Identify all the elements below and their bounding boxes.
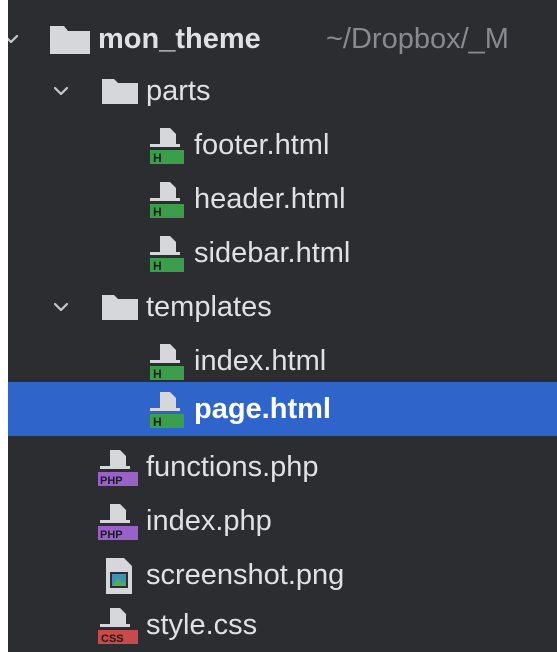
file-label: page.html <box>194 393 331 425</box>
file-label: header.html <box>194 183 346 215</box>
php-file-icon: PHP <box>96 500 138 541</box>
chevron-down-icon[interactable] <box>52 82 70 100</box>
html-badge-letter: H <box>153 367 162 381</box>
tree-folder-templates[interactable]: templates <box>8 280 557 334</box>
html-badge-letter: H <box>153 259 162 273</box>
html-file-icon: H <box>146 388 184 429</box>
html-badge-letter: H <box>153 151 162 165</box>
chevron-down-icon[interactable] <box>8 30 20 48</box>
tree-file-functions-php[interactable]: PHP functions.php <box>8 440 557 494</box>
tree-file-sidebar-html[interactable]: H sidebar.html <box>8 226 557 280</box>
folder-icon <box>48 22 90 62</box>
image-file-icon <box>102 556 136 596</box>
file-label: style.css <box>146 609 258 641</box>
tree-root-row[interactable]: mon_theme ~/Dropbox/_M <box>8 12 557 66</box>
php-badge-text: PHP <box>100 529 123 541</box>
file-label: screenshot.png <box>146 559 345 591</box>
root-folder-path: ~/Dropbox/_M <box>326 23 509 55</box>
tree-file-screenshot-png[interactable]: screenshot.png <box>8 548 557 602</box>
html-file-icon: H <box>146 232 184 273</box>
tree-folder-parts[interactable]: parts <box>8 64 557 118</box>
php-file-icon: PHP <box>96 446 138 487</box>
folder-label: parts <box>146 75 211 107</box>
file-label: index.html <box>194 345 327 377</box>
folder-icon <box>100 76 138 116</box>
tree-file-page-html-selected[interactable]: H page.html <box>8 382 557 436</box>
file-label: footer.html <box>194 129 330 161</box>
html-file-icon: H <box>146 340 184 381</box>
project-tree-panel: mon_theme ~/Dropbox/_M parts H footer.ht… <box>8 0 557 652</box>
html-file-icon: H <box>146 124 184 165</box>
folder-icon <box>100 292 138 332</box>
html-file-icon: H <box>146 178 184 219</box>
root-folder-label: mon_theme <box>98 23 261 55</box>
chevron-down-icon[interactable] <box>52 298 70 316</box>
file-label: sidebar.html <box>194 237 351 269</box>
css-badge-text: CSS <box>101 633 124 645</box>
tree-file-index-php[interactable]: PHP index.php <box>8 494 557 548</box>
tree-file-header-html[interactable]: H header.html <box>8 172 557 226</box>
tree-file-footer-html[interactable]: H footer.html <box>8 118 557 172</box>
file-label: index.php <box>146 505 272 537</box>
html-badge-letter: H <box>153 415 162 429</box>
file-label: functions.php <box>146 451 319 483</box>
css-file-icon: CSS <box>96 604 138 645</box>
tree-file-style-css[interactable]: CSS style.css <box>8 598 557 652</box>
html-badge-letter: H <box>153 205 162 219</box>
folder-label: templates <box>146 291 272 323</box>
tree-file-index-html[interactable]: H index.html <box>8 334 557 388</box>
php-badge-text: PHP <box>100 475 123 487</box>
